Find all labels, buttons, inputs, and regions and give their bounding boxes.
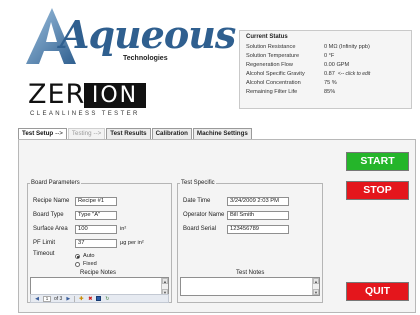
date-time-row: Date Time 3/24/2009 2:03 PM	[183, 196, 289, 206]
recipe-name-label: Recipe Name	[33, 198, 70, 204]
tab-machine-settings[interactable]: Machine Settings	[192, 128, 252, 139]
click-to-edit-hint: <-- click to edit	[337, 71, 371, 77]
pf-limit-label: PF Limit	[33, 240, 56, 246]
timeout-auto-label: Auto	[83, 253, 95, 259]
tab-bar: Test Setup --> Testing --> Test Results Ca…	[18, 128, 253, 139]
tab-arrow: -->	[55, 130, 63, 137]
status-value: 75 %	[324, 80, 337, 86]
recipe-name-row: Recipe Name Recipe #1	[33, 196, 117, 206]
timeout-auto-radio[interactable]	[75, 253, 80, 259]
tab-test-results[interactable]: Test Results	[106, 128, 151, 139]
surface-area-label: Surface Area	[33, 226, 68, 232]
product-name-left: ZER	[28, 79, 86, 110]
aqueous-logo: Aqueous Technologies	[22, 6, 236, 68]
status-row-alcohol-concentration: Alcohol Concentration 75 %	[246, 79, 405, 88]
recipe-notes-scrollbar[interactable]: ▲ ▼	[161, 278, 168, 295]
delete-icon[interactable]: ✖	[87, 296, 93, 302]
board-type-label: Board Type	[33, 212, 64, 218]
board-serial-label: Board Serial	[183, 226, 217, 232]
operator-name-field[interactable]: Bill Smith	[227, 210, 289, 220]
record-count: of 3	[54, 295, 63, 302]
tab-test-setup[interactable]: Test Setup -->	[18, 128, 67, 139]
status-label: Regeneration Flow	[246, 62, 293, 68]
status-label: Remaining Filter Life	[246, 89, 298, 95]
specific-gravity-value[interactable]: 0.87	[324, 70, 335, 79]
recipe-notes-label: Recipe Notes	[80, 270, 117, 276]
pf-limit-row: PF Limit 37 µg per in²	[33, 238, 144, 248]
test-notes-scrollbar[interactable]: ▲ ▼	[312, 278, 319, 295]
recipe-name-field[interactable]: Recipe #1	[75, 196, 117, 206]
tab-calibration[interactable]: Calibration	[151, 128, 192, 139]
test-specific-group: Test Specific Date Time 3/24/2009 2:03 P…	[177, 180, 323, 303]
tab-arrow: -->	[93, 130, 102, 137]
record-position-field[interactable]: 1	[43, 295, 51, 302]
board-parameters-group: Board Parameters Recipe Name Recipe #1 B…	[27, 180, 172, 303]
status-label: Alcohol Concentration	[246, 80, 301, 86]
date-time-label: Date Time	[183, 198, 211, 204]
tab-content-test-setup: Board Parameters Recipe Name Recipe #1 B…	[18, 139, 416, 313]
surface-area-field[interactable]: 100	[75, 224, 117, 234]
test-notes-label: Test Notes	[236, 270, 265, 276]
tab-label: Calibration	[155, 130, 188, 137]
surface-area-row: Surface Area 100 in²	[33, 224, 126, 234]
operator-name-row: Operator Name Bill Smith	[183, 210, 289, 220]
pf-limit-unit: µg per in²	[120, 240, 144, 246]
status-label: Alcohol Specific Gravity	[246, 71, 305, 77]
board-type-field[interactable]: Type "A"	[75, 210, 117, 220]
date-time-field[interactable]: 3/24/2009 2:03 PM	[227, 196, 289, 206]
status-row-temperature: Solution Temperature 0 °F	[246, 52, 405, 61]
move-previous-icon[interactable]: ◀	[34, 296, 40, 302]
status-value: 0.00 GPM	[324, 62, 350, 68]
stop-button[interactable]: STOP	[346, 181, 409, 200]
add-new-icon[interactable]: ✚	[78, 296, 84, 302]
status-label: Solution Resistance	[246, 44, 296, 50]
recipe-navigator: ◀ 1 of 3 ▶ ✚ ✖ ↻	[30, 294, 169, 303]
current-status-panel: Current Status Solution Resistance 0 MΩ …	[239, 30, 412, 109]
status-row-regeneration-flow: Regeneration Flow 0.00 GPM	[246, 61, 405, 70]
board-parameters-legend: Board Parameters	[31, 180, 80, 186]
brand-name: Aqueous	[60, 12, 236, 57]
tab-label: Testing	[71, 130, 92, 137]
test-notes-field[interactable]: ▲ ▼	[180, 277, 320, 296]
surface-area-unit: in²	[120, 226, 127, 232]
save-icon[interactable]	[96, 296, 102, 301]
move-next-icon[interactable]: ▶	[65, 296, 71, 302]
scroll-up-arrow-icon[interactable]: ▲	[313, 278, 319, 284]
pf-limit-field[interactable]: 37	[75, 238, 117, 248]
status-label: Solution Temperature	[246, 53, 300, 59]
status-title: Current Status	[246, 34, 288, 40]
status-row-specific-gravity[interactable]: Alcohol Specific Gravity 0.87 <-- click …	[246, 70, 405, 79]
status-row-resistance: Solution Resistance 0 MΩ (Infinity ppb)	[246, 43, 405, 52]
timeout-label: Timeout	[33, 251, 55, 257]
tab-label: Test Setup	[22, 130, 54, 137]
timeout-fixed-label: Fixed	[83, 261, 97, 267]
scroll-down-arrow-icon[interactable]: ▼	[313, 289, 319, 295]
tab-label: Test Results	[110, 130, 147, 137]
product-name-right: ION	[84, 83, 146, 108]
board-type-row: Board Type Type "A"	[33, 210, 117, 220]
zerion-logo: ZER ION CLEANLINESS TESTER	[28, 80, 164, 122]
timeout-fixed-radio[interactable]	[75, 261, 80, 267]
scroll-up-arrow-icon[interactable]: ▲	[162, 278, 168, 284]
status-row-filter-life: Remaining Filter Life 85%	[246, 88, 405, 97]
timeout-row: Timeout	[33, 249, 75, 259]
refresh-icon[interactable]: ↻	[104, 296, 110, 302]
start-button[interactable]: START	[346, 152, 409, 171]
test-specific-legend: Test Specific	[181, 180, 215, 186]
operator-name-label: Operator Name	[183, 212, 225, 218]
product-tagline: CLEANLINESS TESTER	[30, 111, 140, 117]
board-serial-row: Board Serial 123456789	[183, 224, 289, 234]
timeout-fixed-option[interactable]: Fixed	[75, 261, 97, 267]
status-value: 85%	[324, 89, 336, 95]
board-serial-field[interactable]: 123456789	[227, 224, 289, 234]
status-value: 0 MΩ (Infinity ppb)	[324, 44, 370, 50]
tab-label: Machine Settings	[196, 130, 248, 137]
quit-button[interactable]: QUIT	[346, 282, 409, 301]
brand-subtitle: Technologies	[123, 55, 168, 62]
timeout-auto-option[interactable]: Auto	[75, 253, 95, 259]
tab-testing[interactable]: Testing -->	[67, 128, 106, 139]
status-value: 0 °F	[324, 53, 335, 59]
navigator-separator	[74, 295, 76, 302]
